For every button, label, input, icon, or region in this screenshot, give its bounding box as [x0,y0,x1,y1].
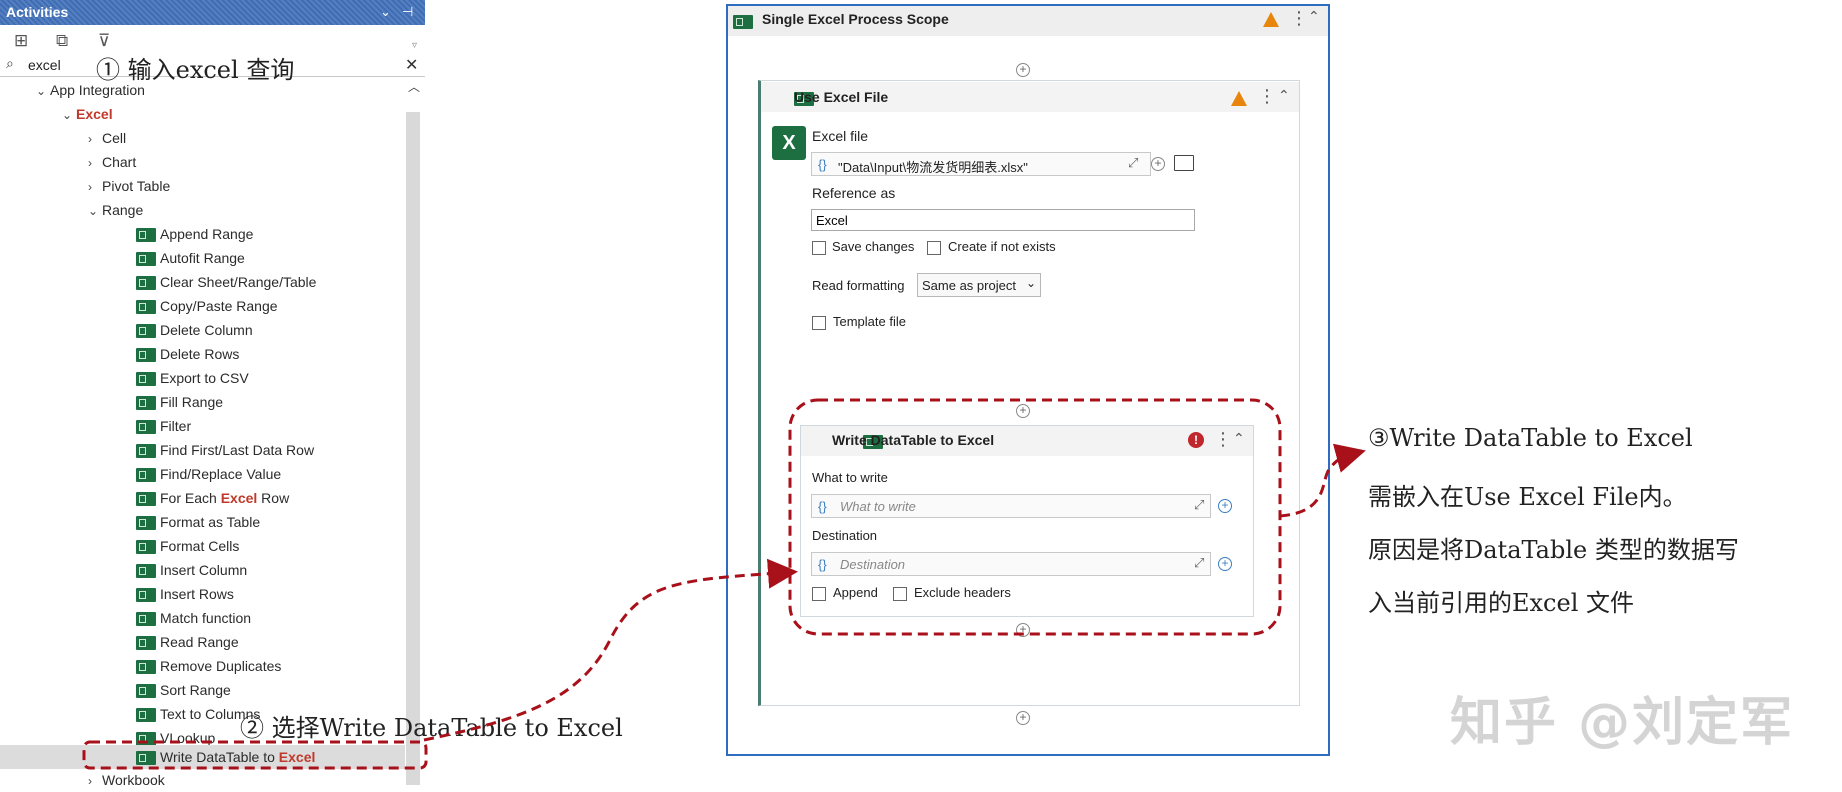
write-activity-highlight-box [788,398,1282,636]
step2-arrow [423,558,798,742]
annotation-overlay [82,398,1366,770]
step3-arrow [1279,443,1366,518]
selection-highlight-box [82,740,428,770]
